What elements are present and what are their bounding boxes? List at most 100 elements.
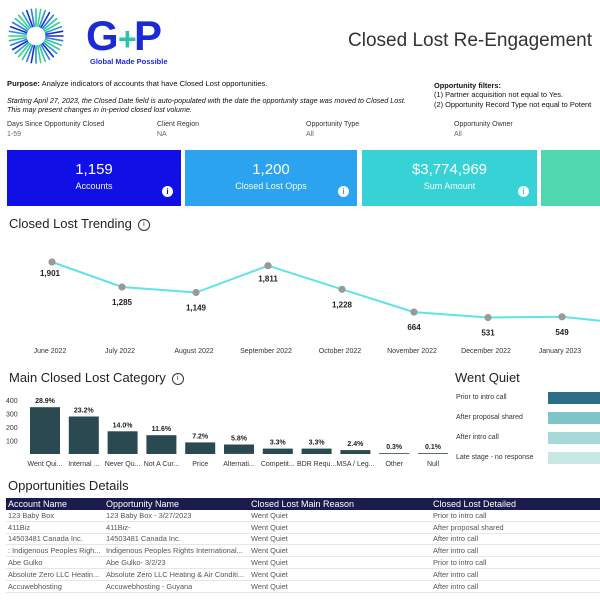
category-bar [340,450,371,454]
table-cell: Went Quiet [249,533,431,546]
trend-point [192,288,200,297]
table-cell: Went Quiet [249,580,431,593]
category-bar [185,442,216,454]
went-quiet-bar[interactable] [548,432,600,444]
table-cell: Went Quiet [249,521,431,534]
category-tick-label: Other [385,461,403,468]
category-tick-label: Internal ... [68,461,99,468]
table-cell: After intro call [431,544,600,558]
column-header[interactable]: Closed Lost Detailed [431,498,600,510]
trend-x-tick-label: June 2022 [34,348,67,355]
went-quiet-label: After proposal shared [456,414,523,421]
went-quiet-title: Went Quiet [455,370,520,385]
went-quiet-label: After intro call [456,434,499,441]
table-cell: Absolute Zero LLC Heating & Air Conditi.… [104,568,249,581]
kpi-partial-card [541,150,600,206]
kpi-closed-lost-opps: 1,200 Closed Lost Opps i [185,150,357,206]
category-title: Main Closed Lost Category i [9,370,184,385]
column-header[interactable]: Account Name [6,498,104,510]
bar-percent-label: 28.9% [35,398,56,405]
went-quiet-bar[interactable] [548,412,600,424]
bar-percent-label: 0.1% [425,444,442,451]
trend-point [484,313,492,322]
category-bar [146,435,177,454]
category-bar [30,407,60,454]
category-tick-label: Not A Cur... [144,461,179,468]
trend-data-label: 664 [407,323,421,332]
bar-percent-label: 3.3% [270,440,287,447]
kpi-label: Closed Lost Opps [235,181,307,191]
category-tick-label: BDR Requ... [297,461,336,468]
trending-line-chart: 1,901 1,285 1,149 1,811 1,228 664 531 549 June 2… [34,258,600,355]
trend-data-label: 1,285 [112,298,133,307]
category-bar [68,416,99,454]
table-row[interactable]: Accuwebhosting Accuwebhosting - Guyana Wen… [6,580,600,593]
category-bar-chart: 400 300 200 100 28.9% Went Qui... 23.2% Interna… [6,398,448,468]
table-header-row: Account Name Opportunity Name Closed Los… [6,498,600,510]
table-cell: 123 Baby Box [6,510,104,522]
gp-logo: G + P Global Made Possible [8,8,168,66]
table-cell: 411Biz- [104,521,249,534]
table-cell: After proposal shared [431,521,600,534]
bar-percent-label: 2.4% [347,441,364,448]
details-title: Opportunities Details [8,478,129,493]
column-header[interactable]: Opportunity Name [104,498,249,510]
info-icon[interactable]: i [338,186,349,197]
trend-x-tick-label: December 2022 [461,348,511,355]
info-icon[interactable]: i [137,219,150,231]
trend-point [48,258,56,266]
kpi-label: Sum Amount [423,181,476,191]
filter-opportunity-owner[interactable]: Opportunity Owner All [454,121,513,138]
table-cell: After intro call [431,533,600,546]
trend-data-label: 531 [481,329,495,338]
table-cell: Went Quiet [249,568,431,581]
category-tick-label: MSA / Leg... [336,461,374,468]
table-cell: Went Quiet [249,510,431,522]
table-row[interactable]: Abe Gulko Abe Gulko- 3/2/23 Went Quiet Prio… [6,556,600,569]
table-cell: After intro call [431,568,600,581]
category-tick-label: Went Qui... [28,461,63,468]
table-cell: Abe Gulko- 3/2/23 [104,556,249,569]
info-icon[interactable]: i [171,373,184,385]
trend-point [118,283,126,291]
went-quiet-bar[interactable] [548,452,600,464]
table-cell: Abe Gulko [6,556,104,569]
category-tick-label: Never Qu... [105,461,141,468]
y-tick-label: 200 [6,425,18,432]
table-cell: Indigenous Peoples Rights International.… [104,544,249,558]
trend-data-label: 1,901 [40,269,61,278]
table-cell: 411Biz [6,521,104,534]
table-cell: Accuwebhosting - Guyana [104,580,249,593]
table-row[interactable]: Absolute Zero LLC Heatin... Absolute Zero… [6,568,600,581]
filter-days-since-closed[interactable]: Days Since Opportunity Closed 1-59 [7,121,104,138]
svg-text:G: G [86,12,119,59]
table-row[interactable]: 411Biz 411Biz- Went Quiet After proposal sh… [6,521,600,534]
table-row[interactable]: : Indigenous Peoples Righ... Indigenous P… [6,544,600,558]
page-title: Closed Lost Re-Engagement [348,30,592,51]
info-icon[interactable]: i [162,186,173,197]
category-bar [379,453,410,454]
column-header[interactable]: Closed Lost Main Reason [249,498,431,510]
category-tick-label: Price [192,461,208,468]
bar-percent-label: 3.3% [309,440,326,447]
table-row[interactable]: 14503481 Canada Inc. 14503481 Canada Inc.… [6,533,600,546]
trend-point [338,285,346,293]
table-cell: Accuwebhosting [6,580,104,593]
kpi-sum-amount: $3,774,969 Sum Amount i [362,150,537,206]
went-quiet-bar[interactable] [548,392,600,404]
kpi-value: $3,774,969 [411,161,488,178]
trend-point [264,262,272,270]
trend-point [558,313,566,321]
opportunities-table: Account Name Opportunity Name Closed Los… [6,498,600,593]
table-row[interactable]: 123 Baby Box 123 Baby Box - 3/27/2023 Went… [6,510,600,522]
info-icon[interactable]: i [518,186,529,197]
trending-title: Closed Lost Trending i [9,216,150,231]
logo-tagline: Global Made Possible [90,57,168,66]
trend-x-tick-label: January 2023 [539,348,582,355]
filter-client-region[interactable]: Client Region NA [157,121,199,138]
went-quiet-label: Late stage - no response [456,454,534,461]
kpi-label: Accounts [75,181,113,191]
filter-opportunity-type[interactable]: Opportunity Type All [306,121,359,138]
bar-percent-label: 5.8% [231,436,248,443]
sunburst-icon [8,8,64,64]
